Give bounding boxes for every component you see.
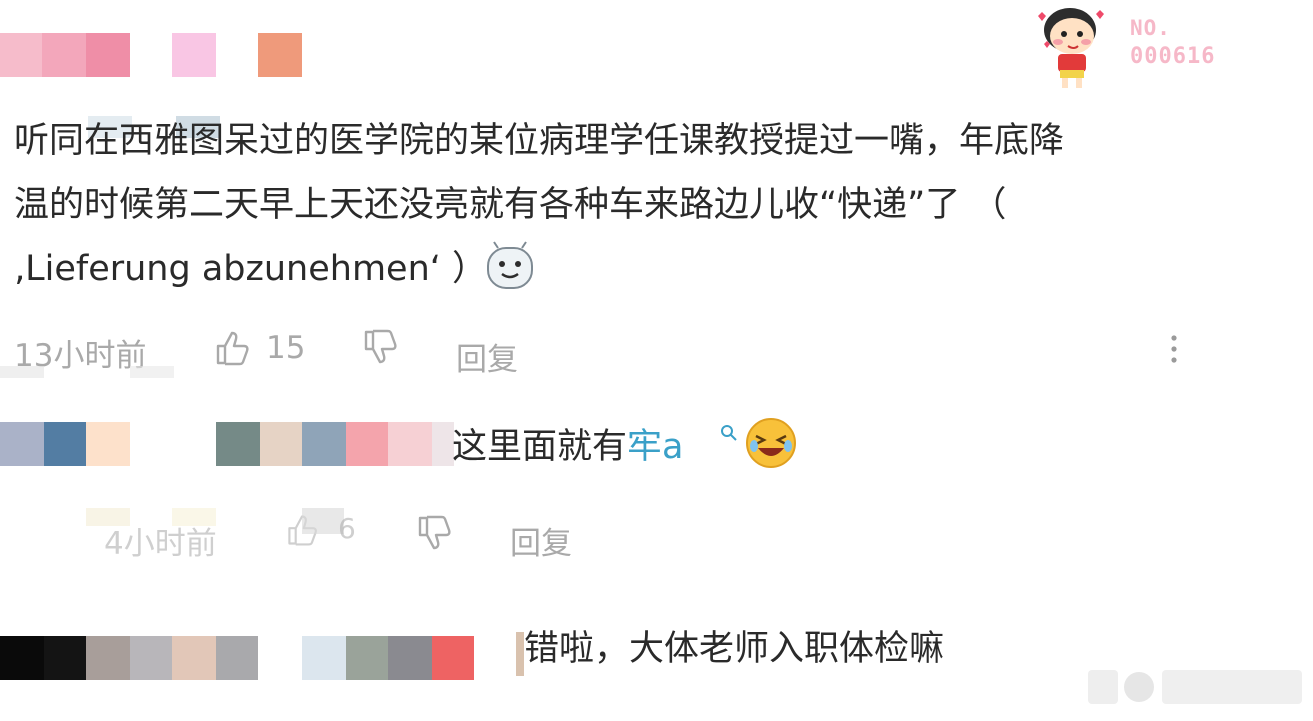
like-icon[interactable]	[212, 328, 252, 368]
smile-emoji-icon	[487, 241, 533, 289]
dislike-icon[interactable]	[360, 328, 400, 368]
comment-1-line-2: 温的时候第二天早上天还没亮就有各种车来路边儿收“快递”了 （	[14, 185, 1007, 225]
comment-2-text-prefix: 这里面就有	[452, 427, 628, 467]
dislike-icon[interactable]	[414, 514, 454, 554]
cartoon-character-icon	[1038, 8, 1104, 88]
comment-1-like-count: 15	[266, 330, 306, 366]
comment-2-text: 这里面就有牢a	[452, 416, 683, 479]
search-icon[interactable]	[720, 424, 738, 442]
watermark-no: NO.	[1130, 16, 1171, 40]
more-vertical-icon[interactable]	[1162, 332, 1186, 368]
laughing-emoji-icon	[746, 418, 796, 468]
watermark-logo: NO. 000616	[1030, 4, 1230, 94]
comment-3-text: 错啦，大体老师入职体检嘛	[524, 629, 945, 669]
comment-2-reply-button[interactable]: 回复	[510, 518, 572, 563]
comment-1-line-3: ‚Lieferung abzunehmen‘ ）	[14, 249, 488, 289]
username-redacted-1[interactable]	[0, 33, 310, 79]
username-redacted-2[interactable]	[0, 422, 460, 466]
comment-2-like-count: 6	[338, 512, 356, 545]
search-link[interactable]: 牢a	[627, 427, 683, 467]
bottom-watermark	[1088, 664, 1308, 708]
username-redacted-3[interactable]	[0, 636, 480, 680]
watermark-number: 000616	[1130, 44, 1216, 69]
comment-1-reply-button[interactable]: 回复	[456, 334, 518, 379]
comment-1-line-1: 听同在西雅图呆过的医学院的某位病理学任课教授提过一嘴，年底降	[14, 121, 1065, 161]
